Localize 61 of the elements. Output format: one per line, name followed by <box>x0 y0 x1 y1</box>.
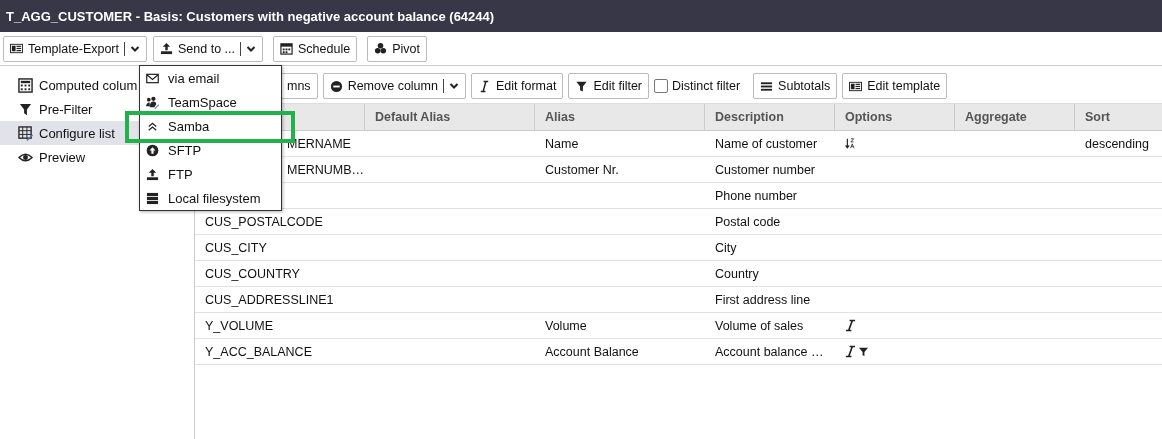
filter-icon <box>575 79 589 93</box>
column-header[interactable]: Options <box>835 104 955 130</box>
table-cell: CUS_COUNTRY <box>205 266 300 281</box>
table-cell: Volume <box>545 318 587 333</box>
table-cell: Name <box>545 136 579 151</box>
table-cell: Name of customer <box>715 136 818 151</box>
template-icon <box>10 42 23 55</box>
table-cell: CUS_ADDRESSLINE1 <box>205 292 334 307</box>
table-cell: First address line <box>715 292 811 307</box>
table-cell: Postal code <box>715 214 781 229</box>
column-header[interactable]: Default Alias <box>365 104 535 130</box>
table-cell: Account balance … <box>715 344 824 359</box>
table-cell: Y_VOLUME <box>205 318 274 333</box>
calendar-icon <box>280 42 293 55</box>
table-edit-icon <box>18 125 33 141</box>
toolbar-button[interactable]: Subtotals <box>753 73 838 99</box>
table-cell: Account Balance <box>545 344 639 359</box>
split-button[interactable]: Remove column <box>322 73 466 99</box>
people-icon <box>146 95 159 109</box>
table-cell: Customer number <box>715 162 816 177</box>
bars-icon <box>760 79 774 93</box>
table-cell: Phone number <box>715 188 797 203</box>
toolbar-button[interactable]: mns <box>280 73 318 99</box>
toolbar-button[interactable]: Edit template <box>842 73 948 99</box>
table-cell: descending <box>1085 136 1149 151</box>
window-title: T_AGG_CUSTOMER - Basis: Customers with negative account balance (64244) <box>6 8 495 24</box>
table-cell: Volume of sales <box>715 318 804 333</box>
menu-item[interactable]: TeamSpace <box>140 90 281 114</box>
template-icon <box>849 79 863 93</box>
toolbar-button[interactable]: Schedule <box>273 35 358 62</box>
column-header[interactable]: Description <box>705 104 835 130</box>
column-header[interactable]: Sort <box>1075 104 1162 130</box>
table-cell: Y_ACC_BALANCE <box>205 344 312 359</box>
table-cell: CUS_POSTALCODE <box>205 214 323 229</box>
chevrons-icon <box>146 119 159 133</box>
mail-icon <box>146 71 159 85</box>
table-cell: CUS_CITY <box>205 240 267 255</box>
menu-item[interactable]: FTP <box>140 162 281 186</box>
caret-icon <box>448 81 459 91</box>
table-cell: Customer Nr. <box>545 162 619 177</box>
filter-icon <box>18 101 33 117</box>
column-header[interactable]: Alias <box>535 104 705 130</box>
cubes-icon <box>374 42 388 55</box>
table-cell: Country <box>715 266 759 281</box>
upload-icon <box>146 167 159 181</box>
circle-up-icon <box>146 143 159 157</box>
calculator-icon <box>18 77 33 93</box>
table-cell: MERNUMB… <box>287 162 365 177</box>
menu-item[interactable]: via email <box>140 66 281 90</box>
toolbar-button[interactable]: Edit filter <box>568 73 650 99</box>
split-button[interactable]: Template-Export <box>3 35 147 62</box>
column-header[interactable]: Aggregate <box>955 104 1075 130</box>
upload-icon <box>160 42 173 55</box>
menu-item[interactable]: Local filesystem <box>140 186 281 210</box>
minus-circle-icon <box>329 79 343 93</box>
toolbar-button[interactable]: Pivot <box>367 35 427 62</box>
distinct-checkbox[interactable]: Distinct filter <box>654 79 741 93</box>
split-button[interactable]: Send to ... <box>153 35 263 62</box>
toolbar-button[interactable]: Edit format <box>470 73 564 99</box>
server-icon <box>146 191 159 205</box>
table-cell: City <box>715 240 737 255</box>
